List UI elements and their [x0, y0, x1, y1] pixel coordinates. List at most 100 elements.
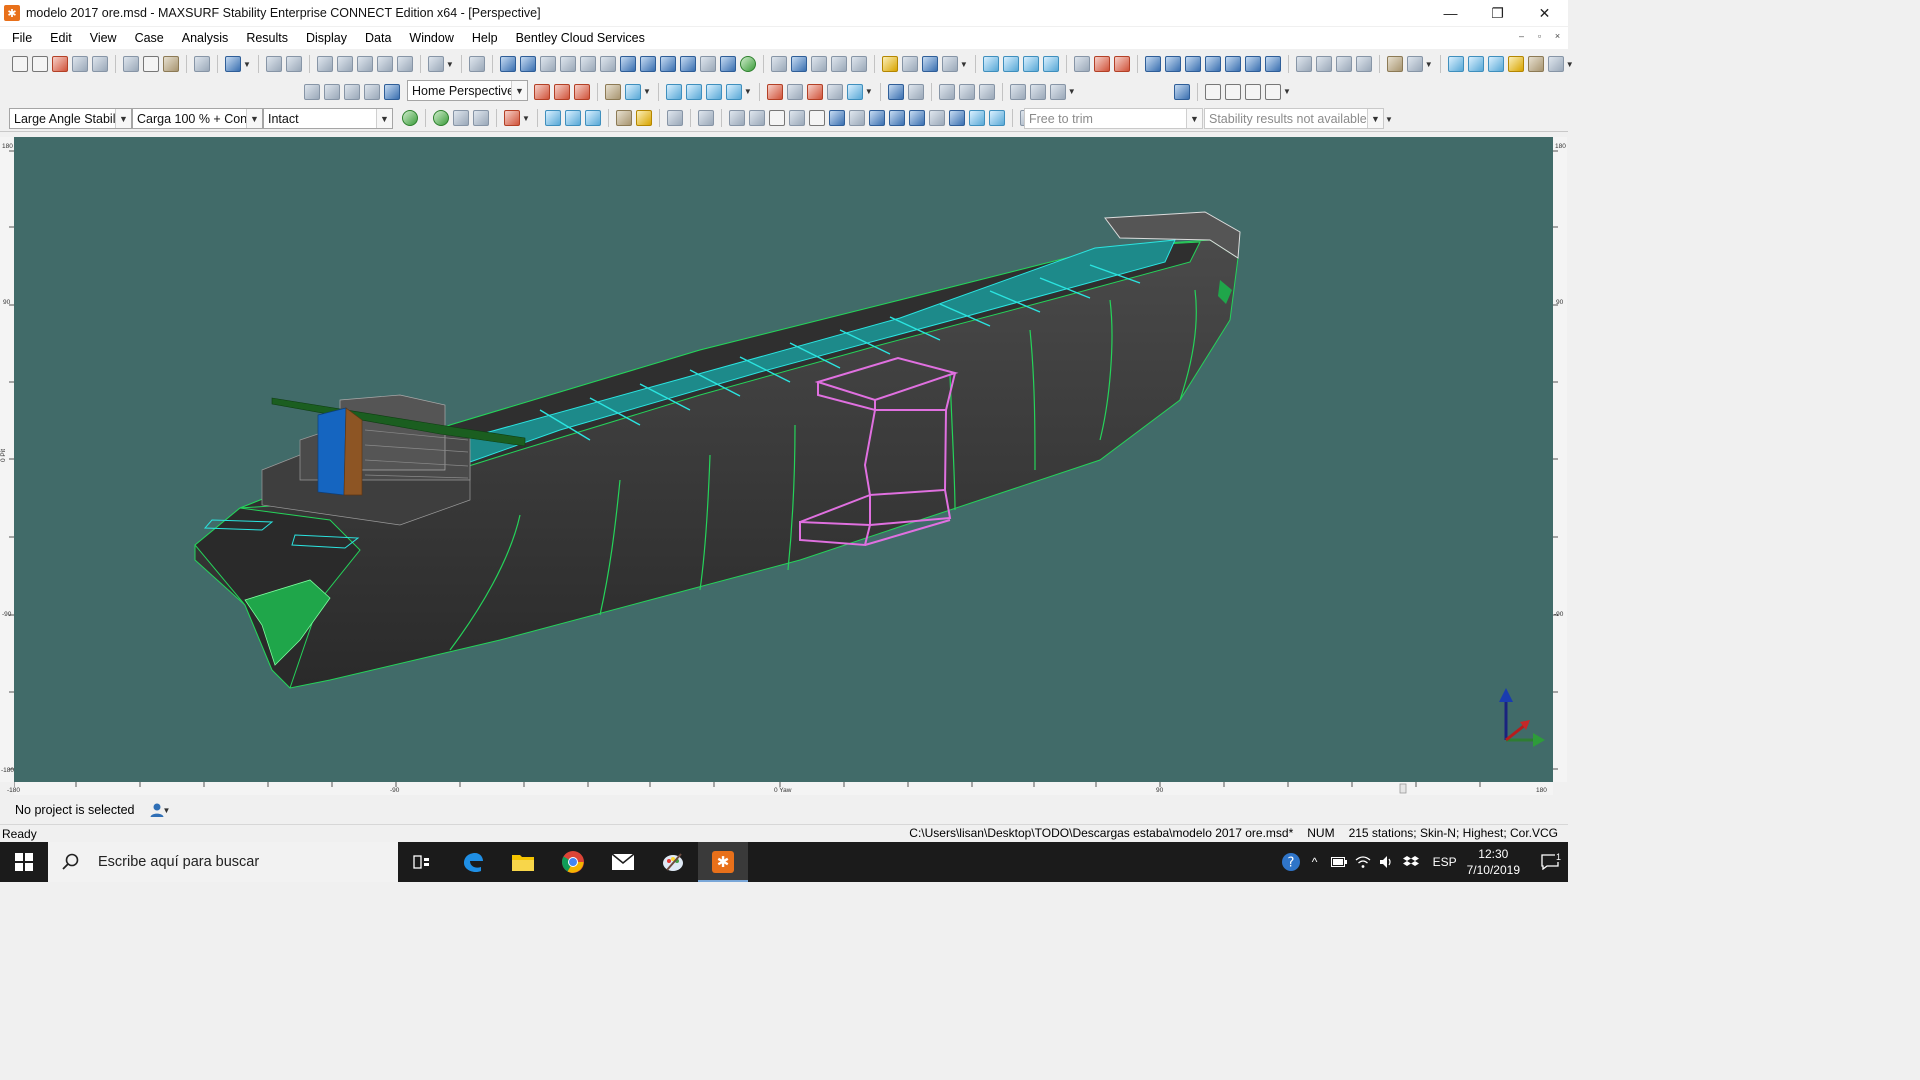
- new-file-icon[interactable]: [12, 56, 28, 72]
- fill-up-icon[interactable]: [396, 56, 413, 72]
- menu-case[interactable]: Case: [126, 27, 173, 49]
- pause-analysis-icon[interactable]: [453, 110, 469, 126]
- tank-display-6-icon[interactable]: [828, 110, 845, 126]
- criteria-view-icon[interactable]: [921, 56, 938, 72]
- chevron-down-icon[interactable]: ▼: [1068, 87, 1076, 96]
- chevron-down-icon[interactable]: ▼: [1367, 109, 1383, 128]
- loadcase-select[interactable]: Carga 100 % + Cons ▼: [132, 108, 263, 129]
- window-active-icon[interactable]: [790, 56, 807, 72]
- taskbar-maxsurf-stability[interactable]: ✱: [698, 842, 748, 882]
- mdi-close-button[interactable]: ×: [1551, 31, 1564, 41]
- chevron-down-icon[interactable]: ▼: [643, 87, 651, 96]
- table-delete-icon[interactable]: [285, 56, 302, 72]
- section-icon[interactable]: [938, 83, 955, 100]
- save-icon[interactable]: [72, 56, 88, 72]
- display-6-icon[interactable]: [1547, 56, 1564, 72]
- render-icon[interactable]: [766, 83, 783, 100]
- circle-icon[interactable]: [685, 83, 702, 100]
- tank-display-12-icon[interactable]: [948, 110, 965, 126]
- chevron-up-icon[interactable]: ^: [1303, 855, 1327, 869]
- menu-data[interactable]: Data: [356, 27, 400, 49]
- criteria-check-icon[interactable]: [901, 56, 918, 72]
- report-graph-icon[interactable]: [1315, 56, 1332, 72]
- clock[interactable]: 12:30 7/10/2019: [1467, 846, 1520, 878]
- chevron-down-icon[interactable]: ▼: [1566, 60, 1574, 69]
- load-2-icon[interactable]: [1164, 56, 1181, 72]
- volume-icon[interactable]: [1375, 855, 1399, 869]
- tank-display-3-icon[interactable]: [768, 110, 785, 126]
- chevron-down-icon[interactable]: ▼: [744, 87, 752, 96]
- taskbar-file-explorer[interactable]: [498, 842, 548, 882]
- results-select[interactable]: Stability results not available ▼: [1204, 108, 1384, 129]
- rotate-icon[interactable]: [384, 83, 400, 100]
- chevron-down-icon[interactable]: ▼: [163, 806, 171, 815]
- waterline-3-icon[interactable]: [584, 110, 601, 126]
- layers-icon[interactable]: [605, 83, 621, 100]
- fill-down-icon[interactable]: [376, 56, 393, 72]
- print-icon[interactable]: [194, 56, 210, 72]
- grid-icon[interactable]: [468, 56, 485, 72]
- taskbar-paint[interactable]: [648, 842, 698, 882]
- display-5-icon[interactable]: [1527, 56, 1544, 72]
- rudder-icon[interactable]: [697, 110, 714, 126]
- chevron-down-icon[interactable]: ▼: [115, 109, 131, 128]
- menu-file[interactable]: File: [0, 27, 41, 49]
- tank-display-4-icon[interactable]: [788, 110, 805, 126]
- zoom-in-icon[interactable]: [304, 83, 320, 100]
- print-view-icon[interactable]: [1049, 83, 1066, 100]
- zoom-window-icon[interactable]: [344, 83, 360, 100]
- damage-case-select[interactable]: Intact ▼: [263, 108, 393, 129]
- tank-display-7-icon[interactable]: [848, 110, 865, 126]
- taskbar-mail[interactable]: [598, 842, 648, 882]
- compartment-2-icon[interactable]: [1093, 56, 1110, 72]
- chevron-down-icon[interactable]: ▼: [960, 60, 968, 69]
- view-select[interactable]: Home Perspective ▼: [407, 80, 528, 101]
- analysis-type-9-icon[interactable]: [659, 56, 676, 72]
- tank-view-2-icon[interactable]: [1002, 56, 1019, 72]
- sort-icon[interactable]: [316, 56, 333, 72]
- analysis-type-6-icon[interactable]: [599, 56, 616, 72]
- menu-view[interactable]: View: [81, 27, 126, 49]
- window-tile-icon[interactable]: [810, 56, 827, 72]
- ship-model[interactable]: [14, 137, 1553, 782]
- wifi-icon[interactable]: [1351, 855, 1375, 869]
- results-window-icon[interactable]: [1406, 56, 1423, 72]
- help-tray-icon[interactable]: ?: [1279, 852, 1303, 872]
- copy-view-icon[interactable]: [1009, 83, 1026, 100]
- analysis-type-7-icon[interactable]: [619, 56, 636, 72]
- gear-icon[interactable]: [826, 83, 843, 100]
- chevron-down-icon[interactable]: ▼: [1385, 115, 1393, 124]
- menu-display[interactable]: Display: [297, 27, 356, 49]
- display-3-icon[interactable]: [1487, 56, 1504, 72]
- criteria-icon[interactable]: [881, 56, 898, 72]
- home-view-icon[interactable]: [534, 83, 550, 100]
- maximize-button[interactable]: ❐: [1474, 0, 1521, 26]
- analysis-type-13-icon[interactable]: [739, 56, 756, 72]
- analysis-type-12-icon[interactable]: [719, 56, 736, 72]
- user-account-button[interactable]: ▼: [149, 800, 171, 820]
- load-3-icon[interactable]: [1184, 56, 1201, 72]
- columns-icon[interactable]: [336, 56, 353, 72]
- report-export-icon[interactable]: [1335, 56, 1352, 72]
- open-file-icon[interactable]: [32, 56, 48, 72]
- window-cascade-icon[interactable]: [830, 56, 847, 72]
- chevron-down-icon[interactable]: ▼: [1425, 60, 1433, 69]
- mdi-restore-button[interactable]: ▫: [1533, 31, 1546, 41]
- chevron-down-icon[interactable]: ▼: [511, 81, 527, 100]
- paste-icon[interactable]: [163, 56, 179, 72]
- report-print-icon[interactable]: [1355, 56, 1372, 72]
- fit-view-icon[interactable]: [1174, 83, 1190, 100]
- help-icon[interactable]: [225, 56, 241, 72]
- trim-select[interactable]: Free to trim ▼: [1024, 108, 1203, 129]
- maxsurf-app-icon[interactable]: ✱: [4, 5, 20, 21]
- save-all-icon[interactable]: [92, 56, 108, 72]
- taskbar-search-box[interactable]: Escribe aquí para buscar: [48, 842, 398, 882]
- lighting-icon[interactable]: [846, 83, 863, 100]
- tank-display-14-icon[interactable]: [988, 110, 1005, 126]
- section-3-icon[interactable]: [978, 83, 995, 100]
- export-view-icon[interactable]: [1029, 83, 1046, 100]
- menu-results[interactable]: Results: [237, 27, 297, 49]
- menu-edit[interactable]: Edit: [41, 27, 81, 49]
- layers-2-icon[interactable]: [625, 83, 641, 100]
- grid-toggle-icon[interactable]: [786, 83, 803, 100]
